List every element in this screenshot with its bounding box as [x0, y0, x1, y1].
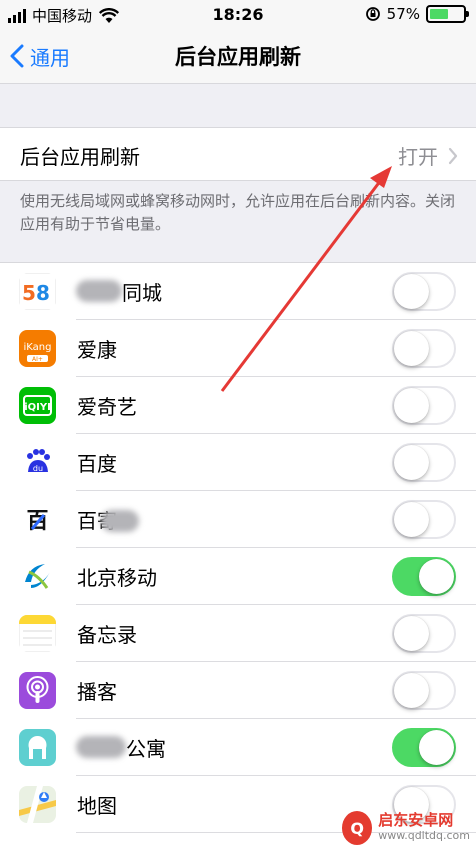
rotation-lock-icon — [365, 7, 380, 21]
privacy-blur — [76, 280, 122, 302]
notes-icon — [19, 615, 56, 652]
baijiahao-icon: 百 — [19, 501, 56, 538]
watermark-logo-icon: Q — [342, 811, 373, 845]
privacy-blur — [76, 736, 126, 758]
chevron-right-icon — [448, 147, 458, 164]
refresh-toggle-baijiahao[interactable] — [392, 500, 456, 539]
apartment-icon — [19, 729, 56, 766]
background-refresh-value-text: 打开 — [398, 145, 438, 169]
watermark-name: 启东安卓网 — [378, 811, 454, 829]
app-row-iqiyi: iQIYI 爱奇艺 — [0, 377, 476, 434]
watermark-text: 启东安卓网 www.qdltdq.com — [378, 812, 470, 844]
status-bar: 中国移动 18:26 57% — [0, 0, 476, 30]
site-watermark: Q 启东安卓网 www.qdltdq.com — [342, 810, 470, 846]
background-refresh-label: 后台应用刷新 — [20, 145, 140, 169]
app-row-podcasts: 播客 — [0, 662, 476, 719]
refresh-toggle-apartment[interactable] — [392, 728, 456, 767]
iqiyi-icon: iQIYI — [19, 387, 56, 424]
app-name: 北京移动 — [77, 566, 157, 590]
58-tongcheng-icon: 5 8 — [19, 273, 56, 310]
app-name: 备忘录 — [77, 623, 137, 647]
app-name: 同城 — [122, 281, 162, 305]
background-refresh-value: 打开 — [398, 141, 458, 170]
status-right: 57% — [365, 5, 469, 23]
maps-icon — [19, 786, 56, 823]
refresh-toggle-podcasts[interactable] — [392, 671, 456, 710]
refresh-toggle-china-mobile[interactable] — [392, 557, 456, 596]
watermark-url: www.qdltdq.com — [378, 829, 470, 842]
battery-percent: 57% — [386, 5, 420, 23]
app-name: 爱康 — [77, 338, 117, 362]
app-row-china-mobile: 北京移动 — [0, 548, 476, 605]
china-mobile-icon — [19, 558, 56, 595]
app-row-ikang: iKang AI+ 爱康 — [0, 320, 476, 377]
app-list: 5 8 同城 iKang AI+ 爱康 iQIYI 爱奇艺 du 百度 百寄 北… — [0, 262, 476, 856]
navigation-bar: 通用 后台应用刷新 — [0, 30, 476, 84]
svg-text:du: du — [33, 464, 43, 473]
app-row-baijiahao: 百 百寄 — [0, 491, 476, 548]
svg-text:8: 8 — [36, 281, 50, 305]
refresh-toggle-notes[interactable] — [392, 614, 456, 653]
app-row-notes: 备忘录 — [0, 605, 476, 662]
podcasts-icon — [19, 672, 56, 709]
privacy-blur — [101, 510, 139, 532]
svg-text:iKang: iKang — [24, 342, 52, 353]
app-name: 地图 — [77, 794, 117, 818]
app-name: 公寓 — [126, 737, 166, 761]
refresh-toggle-58[interactable] — [392, 272, 456, 311]
refresh-toggle-iqiyi[interactable] — [392, 386, 456, 425]
section-description: 使用无线局域网或蜂窝移动网时，允许应用在后台刷新内容。关闭应用有助于节省电量。 — [20, 192, 456, 233]
svg-text:5: 5 — [22, 281, 36, 305]
baidu-icon: du — [19, 444, 56, 481]
app-name: 百度 — [77, 452, 117, 476]
app-name: 播客 — [77, 680, 117, 704]
background-refresh-row[interactable]: 后台应用刷新 打开 — [0, 127, 476, 181]
app-row-baidu: du 百度 — [0, 434, 476, 491]
app-row-apartment: 公寓 — [0, 719, 476, 776]
svg-text:AI+: AI+ — [32, 356, 43, 363]
app-row-58: 5 8 同城 — [0, 263, 476, 320]
battery-level-fill — [430, 9, 449, 19]
refresh-toggle-baidu[interactable] — [392, 443, 456, 482]
refresh-toggle-ikang[interactable] — [392, 329, 456, 368]
page-title: 后台应用刷新 — [175, 45, 301, 69]
svg-text:iQIYI: iQIYI — [24, 402, 51, 413]
app-name: 爱奇艺 — [77, 395, 137, 419]
battery-icon — [426, 5, 469, 23]
ikang-icon: iKang AI+ — [19, 330, 56, 367]
